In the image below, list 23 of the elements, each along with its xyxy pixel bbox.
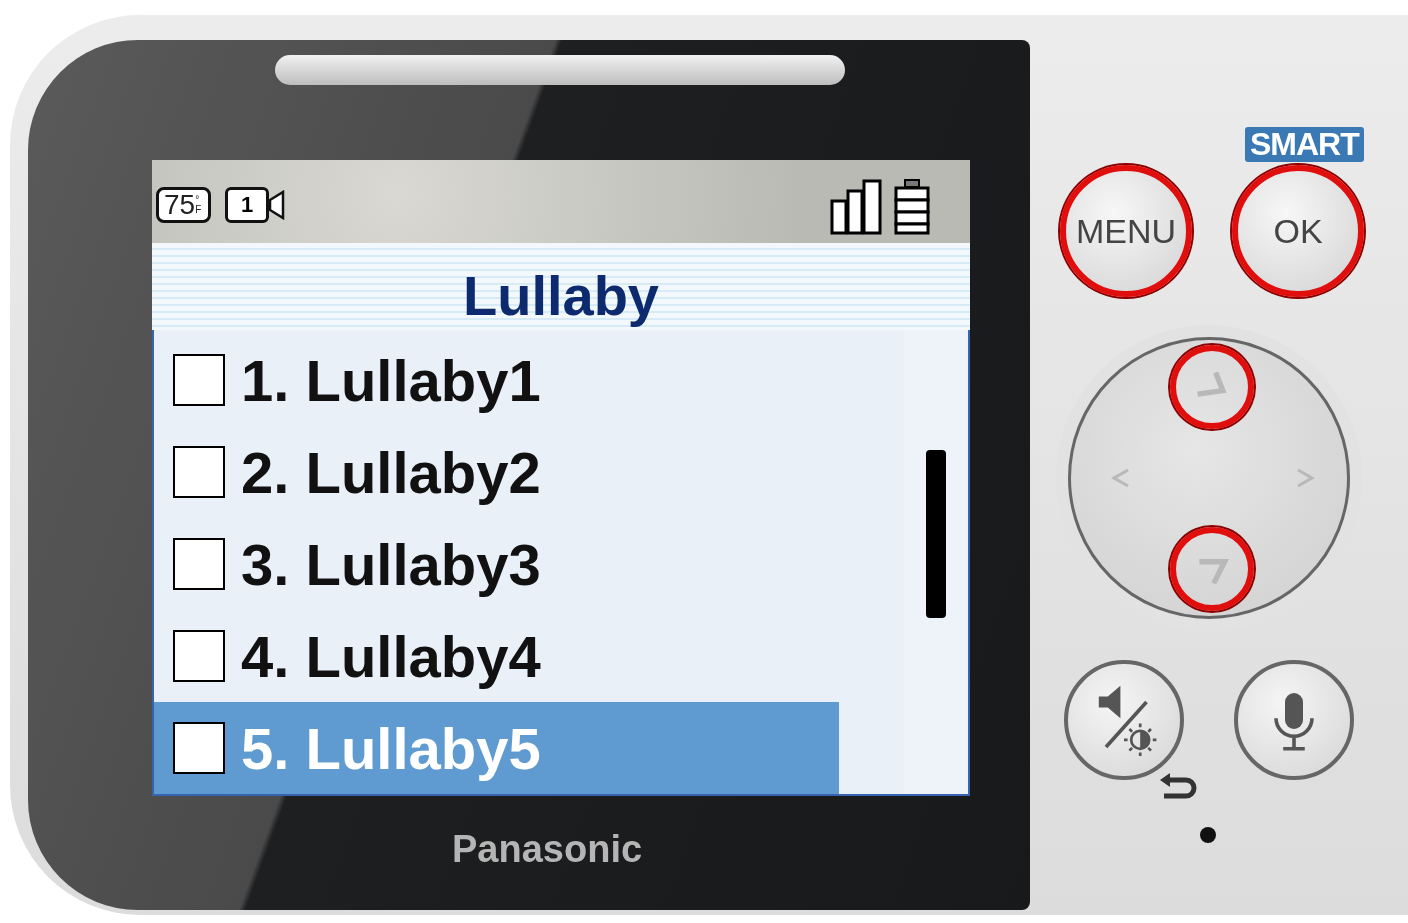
return-icon <box>1158 772 1198 802</box>
up-arrow-button[interactable] <box>1170 345 1254 429</box>
item-label: 1. Lullaby1 <box>241 346 541 414</box>
screen-title: Lullaby <box>463 263 659 328</box>
item-label: 4. Lullaby4 <box>241 622 541 690</box>
checkbox[interactable] <box>173 538 225 590</box>
item-label: 2. Lullaby2 <box>241 438 541 506</box>
brand-logo: Panasonic <box>452 828 643 871</box>
item-label: 5. Lullaby5 <box>241 714 541 782</box>
signal-icon <box>830 178 884 235</box>
smart-label: SMART <box>1245 127 1364 162</box>
battery-icon <box>894 178 930 235</box>
menu-item[interactable]: 2. Lullaby2 <box>154 426 839 518</box>
checkbox[interactable] <box>173 630 225 682</box>
item-label: 3. Lullaby3 <box>241 530 541 598</box>
down-arrow-button[interactable] <box>1170 527 1254 611</box>
menu-item[interactable]: 3. Lullaby3 <box>154 518 839 610</box>
checkbox[interactable] <box>173 354 225 406</box>
scrollbar-thumb[interactable] <box>926 450 946 618</box>
checkbox[interactable] <box>173 446 225 498</box>
checkbox[interactable] <box>173 722 225 774</box>
menu-item[interactable]: 1. Lullaby1 <box>154 334 839 426</box>
menu-item[interactable]: 4. Lullaby4 <box>154 610 839 702</box>
